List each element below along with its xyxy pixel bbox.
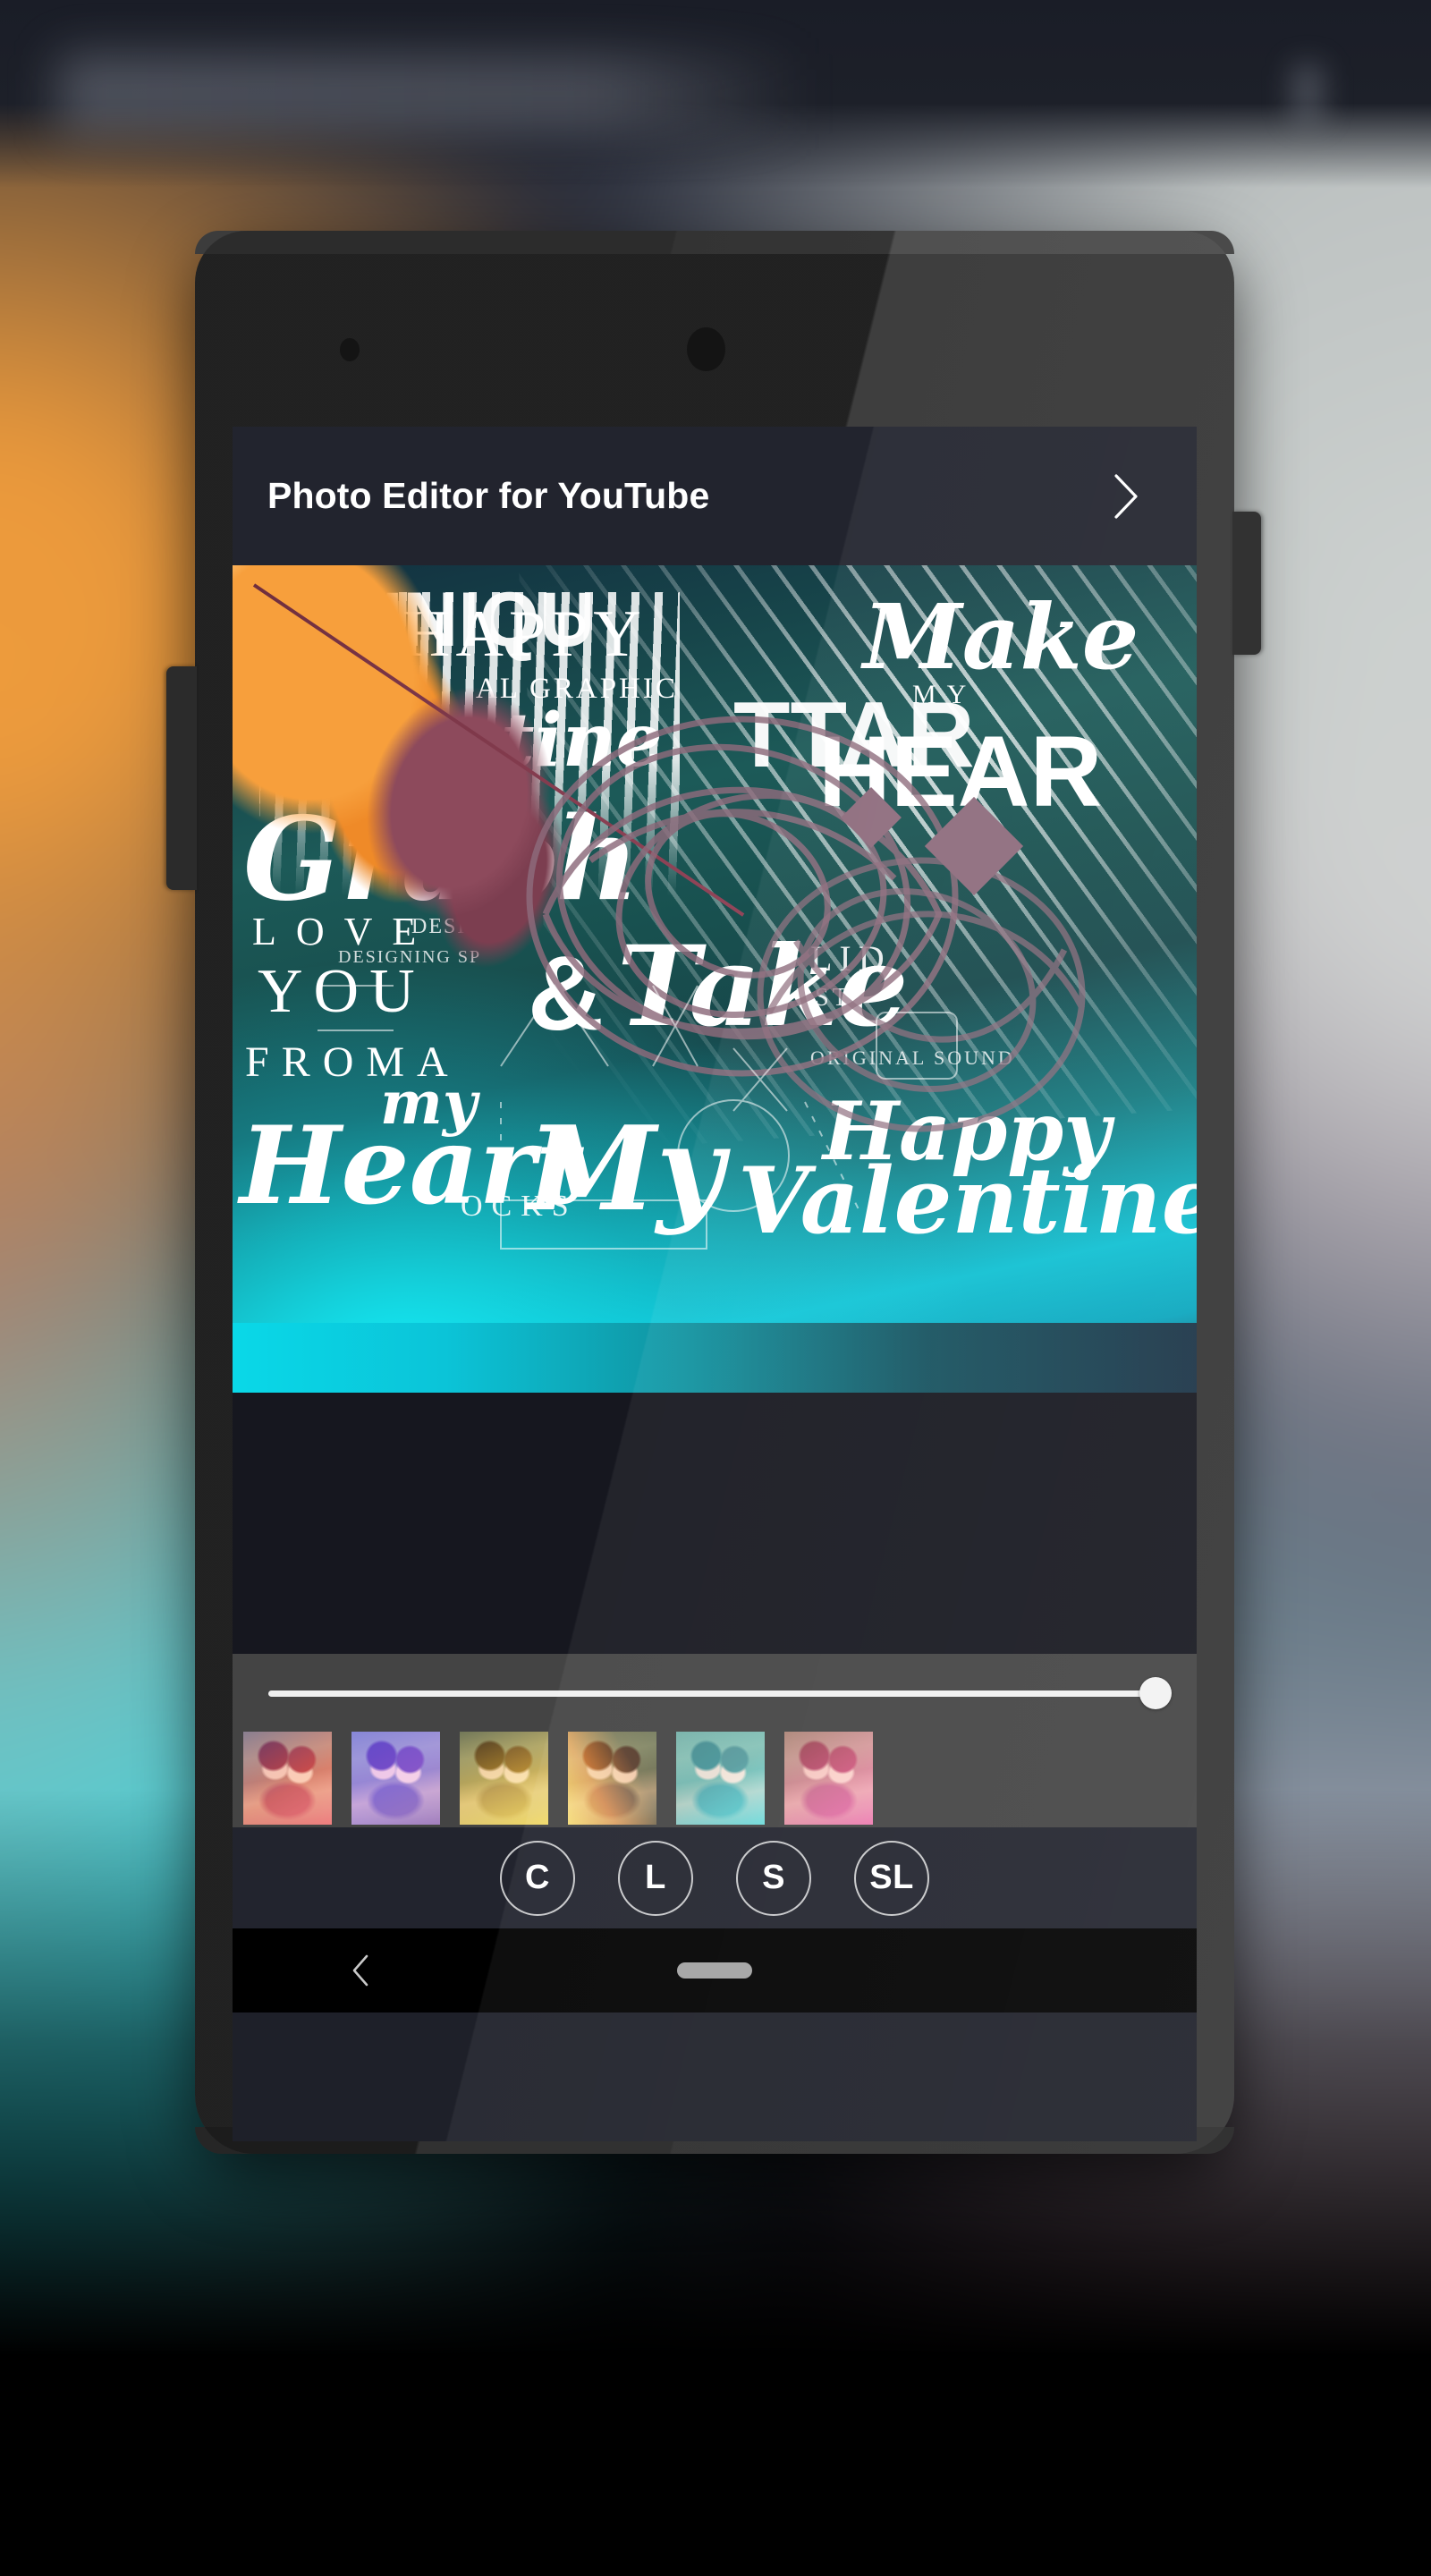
filter-thumb-5[interactable] <box>676 1732 765 1825</box>
power-button[interactable] <box>1232 512 1261 655</box>
chevron-left-icon[interactable] <box>349 1953 372 1988</box>
filter-thumb-4[interactable] <box>568 1732 656 1825</box>
filter-thumb-6[interactable] <box>784 1732 873 1825</box>
filter-thumb-1[interactable] <box>243 1732 332 1825</box>
slider-thumb[interactable] <box>1139 1677 1172 1709</box>
thumb-tint <box>460 1732 548 1825</box>
phone-top-bezel <box>195 231 1234 254</box>
filter-thumb-3[interactable] <box>460 1732 548 1825</box>
slider-track[interactable] <box>268 1690 1156 1697</box>
filter-thumbnail-strip[interactable] <box>233 1729 1197 1827</box>
filter-category-s[interactable]: S <box>736 1840 811 1916</box>
thumb-tint <box>351 1732 440 1825</box>
app-title-bar: Photo Editor for YouTube <box>233 427 1197 565</box>
thumb-tint <box>568 1732 656 1825</box>
chevron-right-icon[interactable] <box>1111 471 1141 521</box>
thumb-tint <box>784 1732 873 1825</box>
filter-category-row: C L S SL <box>233 1827 1197 1928</box>
background-ghost-title <box>58 54 809 134</box>
artwork-bottom-gradient-band <box>233 1323 1197 1393</box>
editor-blank-panel <box>233 1393 1197 1654</box>
thumb-tint <box>243 1732 332 1825</box>
background-ghost-chevron-icon <box>1292 64 1323 122</box>
screenshot-stage: Photo Editor for YouTube UNIQU HAPPY AL … <box>0 0 1431 2576</box>
volume-button[interactable] <box>166 666 197 890</box>
android-navigation-bar <box>233 1928 1197 2012</box>
artwork-blueprint-lines <box>318 984 958 1250</box>
home-pill-icon[interactable] <box>677 1962 752 1979</box>
filter-thumb-2[interactable] <box>351 1732 440 1825</box>
filter-intensity-slider[interactable] <box>233 1654 1197 1729</box>
proximity-sensor-icon <box>340 338 360 361</box>
thumb-tint <box>676 1732 765 1825</box>
phone-screen: Photo Editor for YouTube UNIQU HAPPY AL … <box>233 427 1197 2141</box>
front-camera-icon <box>687 327 725 371</box>
filter-category-l[interactable]: L <box>618 1840 693 1916</box>
filter-category-c[interactable]: C <box>500 1840 575 1916</box>
page-title: Photo Editor for YouTube <box>267 475 710 516</box>
photo-preview[interactable]: UNIQU HAPPY AL GRAPHIC entine TTAR Make … <box>233 565 1197 1393</box>
filter-category-sl[interactable]: SL <box>854 1840 929 1916</box>
